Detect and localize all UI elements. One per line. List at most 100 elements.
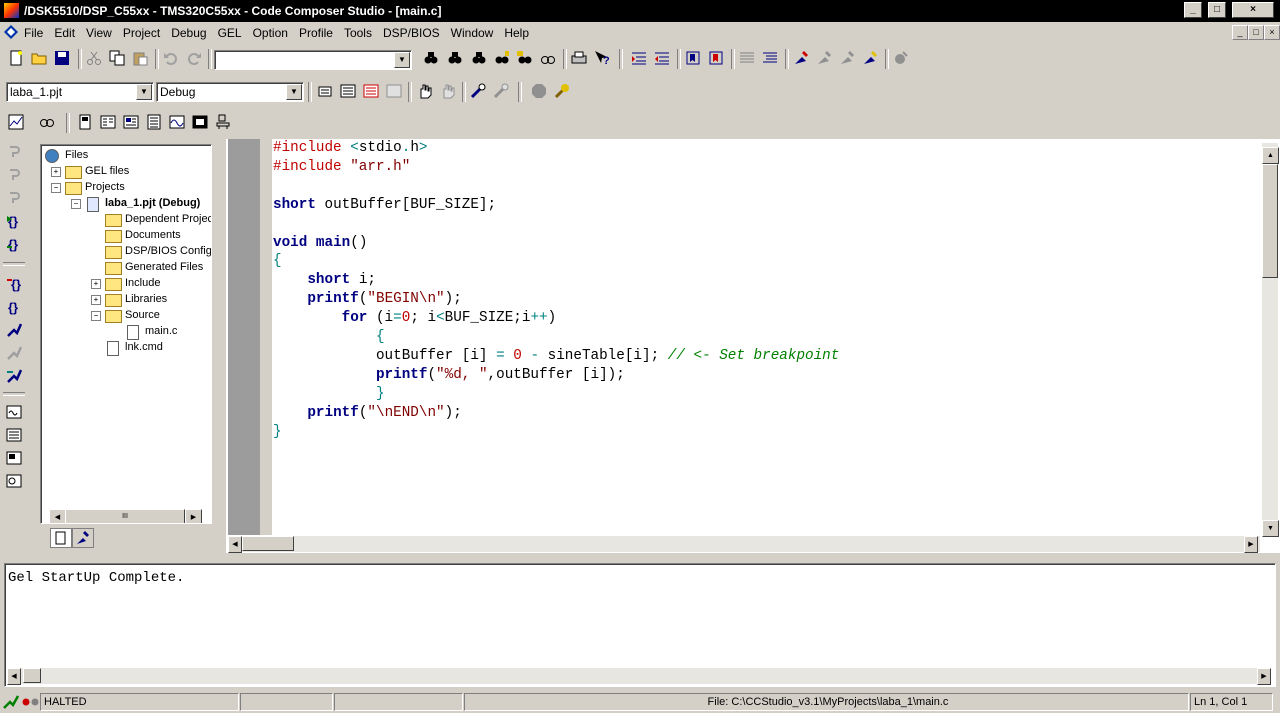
- step-into-icon[interactable]: [6, 144, 22, 160]
- tree-item[interactable]: Dependent Project: [41, 212, 211, 228]
- maximize-button[interactable]: □: [1208, 2, 1226, 18]
- find-previous-icon[interactable]: [471, 50, 487, 66]
- tab-bookmarks[interactable]: [72, 528, 94, 548]
- probe-point-icon[interactable]: [470, 83, 486, 99]
- tree-item[interactable]: + GEL files: [41, 164, 209, 180]
- paste-icon[interactable]: [132, 50, 148, 66]
- expand-icon[interactable]: +: [91, 279, 101, 289]
- copy-icon[interactable]: [109, 50, 125, 66]
- context-help-icon[interactable]: ?: [594, 50, 610, 66]
- tree-item[interactable]: + Libraries: [41, 292, 209, 308]
- remove-breakpoints-icon[interactable]: [440, 83, 456, 99]
- step-out-icon[interactable]: [6, 190, 22, 206]
- step-over-icon[interactable]: [6, 167, 22, 183]
- new-file-icon[interactable]: [8, 50, 24, 66]
- run-to-cursor-icon[interactable]: {}: [6, 213, 22, 229]
- mdi-restore-button[interactable]: □: [1248, 25, 1264, 40]
- project-tree-hscrollbar[interactable]: ◀ III ▶: [49, 509, 202, 523]
- menu-dsp-bios[interactable]: DSP/BIOS: [383, 26, 440, 40]
- scroll-thumb[interactable]: [23, 668, 41, 683]
- tree-item[interactable]: DSP/BIOS Config: [41, 244, 211, 260]
- register-window-icon[interactable]: [6, 450, 22, 466]
- menu-profile[interactable]: Profile: [299, 26, 333, 40]
- scroll-left-button[interactable]: ◀: [228, 536, 242, 553]
- document-icon[interactable]: [4, 25, 18, 39]
- stop-build-icon[interactable]: [839, 50, 855, 66]
- menu-option[interactable]: Option: [253, 26, 288, 40]
- stop-build-icon[interactable]: [386, 83, 402, 99]
- hand-icon[interactable]: [417, 83, 433, 99]
- tree-item[interactable]: − laba_1.pjt (Debug): [41, 196, 209, 212]
- editor-vscrollbar[interactable]: ▲ ▼: [1262, 143, 1279, 537]
- scroll-right-button[interactable]: ▶: [1257, 668, 1271, 685]
- watch-window-icon[interactable]: [6, 473, 22, 489]
- scroll-down-button[interactable]: ▼: [1262, 520, 1279, 537]
- memory-icon[interactable]: [77, 114, 93, 130]
- project-combo[interactable]: laba_1.pjt ▼: [6, 82, 154, 102]
- scroll-right-button[interactable]: ▶: [1244, 536, 1258, 553]
- menu-file[interactable]: File: [24, 26, 43, 40]
- build-config-combo[interactable]: Debug ▼: [156, 82, 304, 102]
- next-bookmark-icon[interactable]: [708, 50, 724, 66]
- save-icon[interactable]: [54, 50, 70, 66]
- scroll-right-button[interactable]: ▶: [185, 509, 202, 523]
- menu-edit[interactable]: Edit: [54, 26, 75, 40]
- scroll-left-button[interactable]: ◀: [7, 668, 21, 685]
- run-icon[interactable]: {}: [6, 276, 22, 292]
- incremental-build-icon[interactable]: [340, 83, 356, 99]
- editor-hscrollbar[interactable]: ◀ ▶: [228, 536, 1260, 553]
- compile-file-icon[interactable]: [862, 50, 878, 66]
- menu-help[interactable]: Help: [504, 26, 529, 40]
- editor-gutter[interactable]: [228, 139, 261, 535]
- menu-tools[interactable]: Tools: [344, 26, 372, 40]
- mdi-minimize-button[interactable]: _: [1232, 25, 1248, 40]
- tree-item[interactable]: − Source: [41, 308, 209, 324]
- cut-icon[interactable]: [86, 50, 102, 66]
- output-hscrollbar[interactable]: ◀ ▶: [7, 668, 1271, 685]
- expand-icon[interactable]: +: [51, 167, 61, 177]
- image-display-icon[interactable]: [192, 114, 208, 130]
- menu-project[interactable]: Project: [123, 26, 160, 40]
- expand-icon[interactable]: +: [91, 295, 101, 305]
- remove-probe-icon[interactable]: [493, 83, 509, 99]
- replace-icon[interactable]: [540, 50, 556, 66]
- bookmark-find-icon[interactable]: [494, 50, 510, 66]
- undo-icon[interactable]: [163, 50, 179, 66]
- halt-icon[interactable]: {}: [6, 299, 22, 315]
- scroll-up-button[interactable]: ▲: [1262, 147, 1279, 164]
- animate-icon[interactable]: [6, 322, 22, 338]
- rebuild-all-icon[interactable]: [363, 83, 379, 99]
- collapse-icon[interactable]: −: [51, 183, 61, 193]
- chevron-down-icon[interactable]: ▼: [286, 84, 302, 100]
- outdent-icon[interactable]: [654, 50, 670, 66]
- profile-run-icon[interactable]: [6, 368, 22, 384]
- find-icon[interactable]: [423, 50, 439, 66]
- open-folder-icon[interactable]: [31, 50, 47, 66]
- time-graph-icon[interactable]: [169, 114, 185, 130]
- menu-gel[interactable]: GEL: [218, 26, 242, 40]
- indent-icon[interactable]: [631, 50, 647, 66]
- menu-debug[interactable]: Debug: [171, 26, 206, 40]
- scroll-thumb[interactable]: [1262, 164, 1278, 278]
- mdi-close-button[interactable]: ×: [1264, 25, 1280, 40]
- build-icon[interactable]: [793, 50, 809, 66]
- scroll-thumb[interactable]: III: [65, 509, 185, 523]
- collapse-icon[interactable]: −: [91, 311, 101, 321]
- compile-icon[interactable]: [317, 83, 333, 99]
- breakpoint-tool-icon[interactable]: [893, 50, 909, 66]
- options-icon[interactable]: [554, 83, 570, 99]
- tree-item[interactable]: + Include: [41, 276, 209, 292]
- chevron-down-icon[interactable]: ▼: [136, 84, 152, 100]
- chevron-down-icon[interactable]: ▼: [394, 52, 410, 68]
- scroll-thumb[interactable]: [242, 536, 294, 551]
- watch-icon[interactable]: [39, 114, 55, 130]
- toggle-bookmark-icon[interactable]: [685, 50, 701, 66]
- minimize-button[interactable]: _: [1184, 2, 1202, 18]
- menu-view[interactable]: View: [86, 26, 112, 40]
- graph-window-icon[interactable]: [6, 404, 22, 420]
- tab-file-view[interactable]: [50, 528, 72, 548]
- call-stack-icon[interactable]: [215, 114, 231, 130]
- disassembly-icon[interactable]: [146, 114, 162, 130]
- tree-item[interactable]: − Projects: [41, 180, 209, 196]
- tree-item[interactable]: Generated Files: [41, 260, 209, 276]
